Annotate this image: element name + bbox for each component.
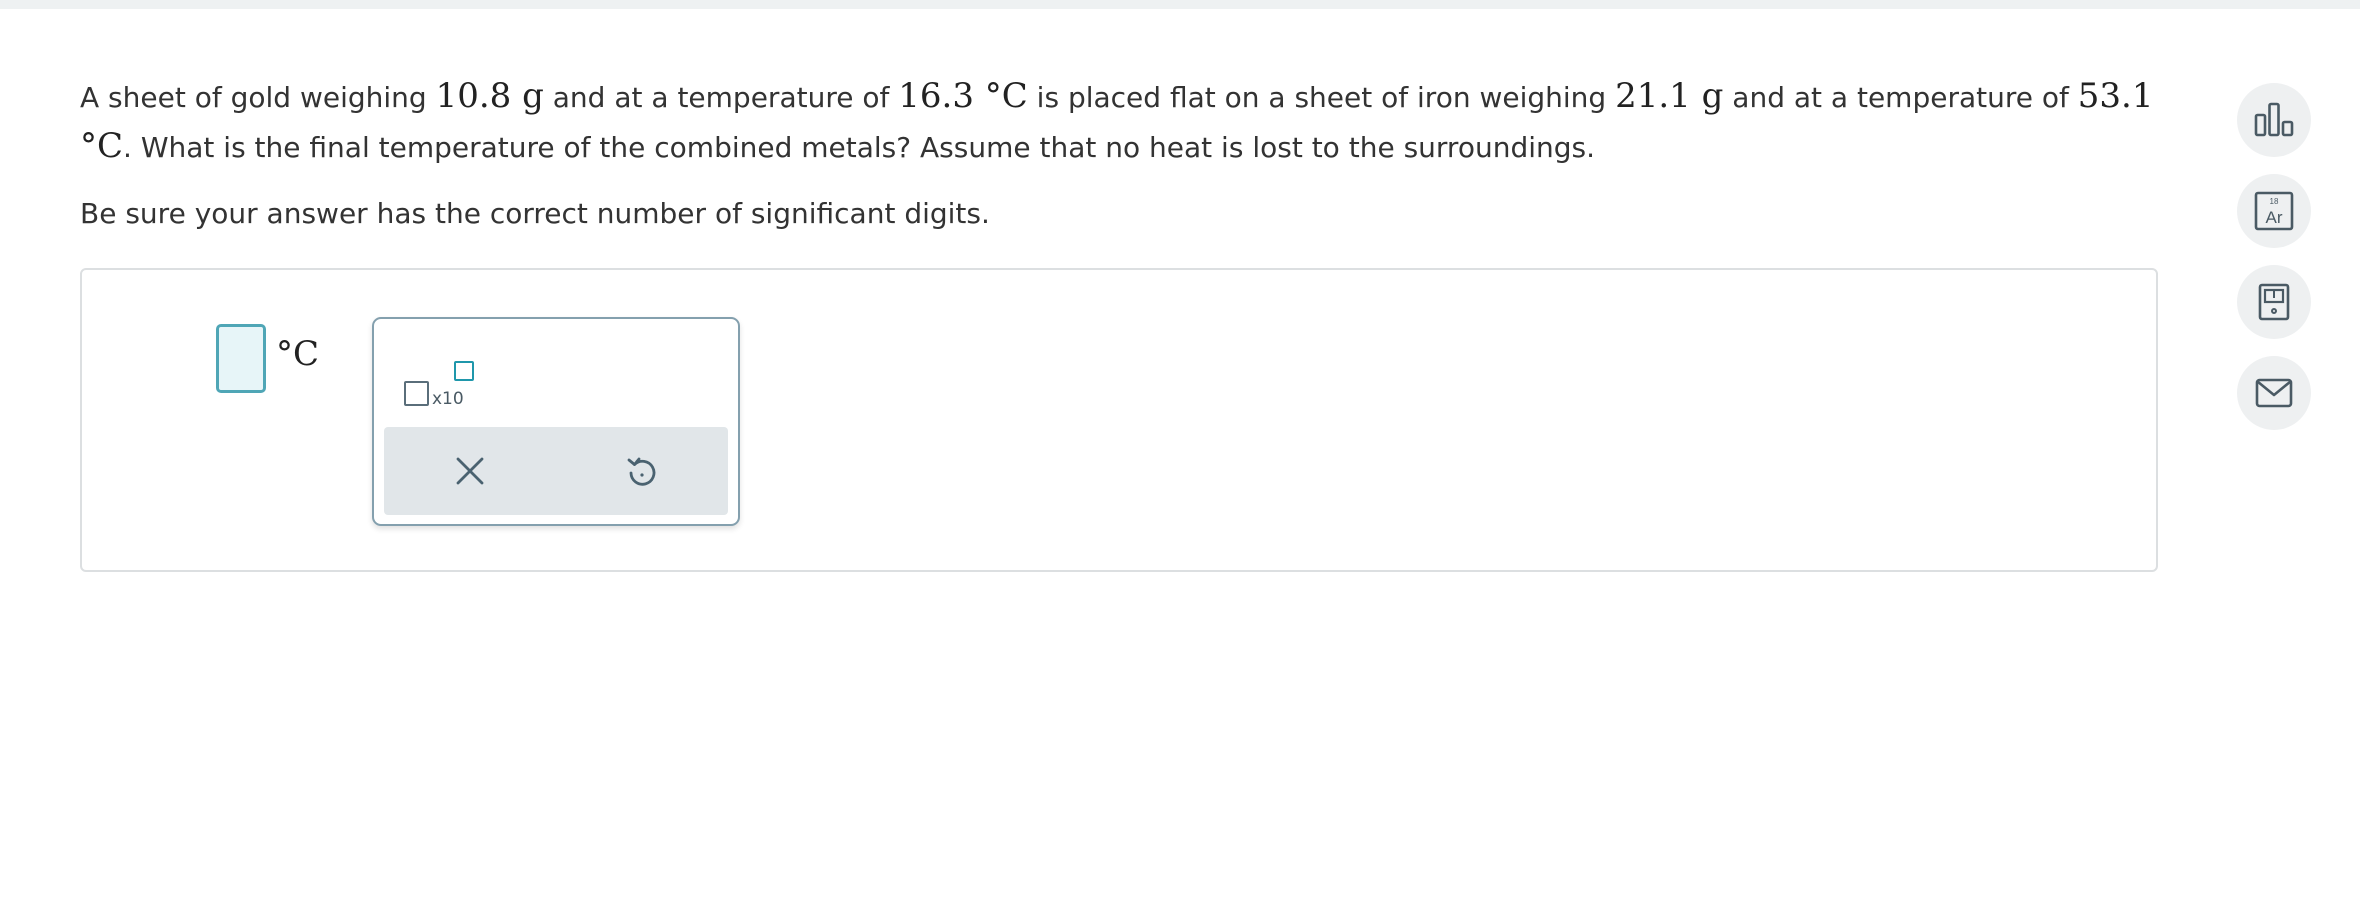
data-button[interactable]: [2237, 83, 2311, 157]
iron-mass: 21.1 g: [1615, 76, 1724, 116]
question-text-part: and at a temperature of: [543, 81, 899, 114]
exponent-box-icon: [454, 361, 474, 381]
undo-button[interactable]: [612, 441, 672, 501]
base-box-icon: [404, 381, 429, 406]
gold-temperature: 16.3 °C: [898, 76, 1028, 116]
question-text: A sheet of gold weighing 10.8 g and at a…: [80, 72, 2160, 172]
top-strip: [0, 0, 2360, 9]
close-icon: [456, 457, 484, 485]
element-symbol-label: Ar: [2266, 208, 2283, 227]
action-bar: [384, 427, 728, 515]
question-text-part: and at a temperature of: [1723, 81, 2078, 114]
unit-label: °C: [276, 334, 320, 374]
periodic-table-icon: 18 Ar: [2254, 191, 2294, 231]
scientific-notation-button[interactable]: x10: [404, 349, 494, 409]
input-toolbar: x10: [372, 317, 740, 526]
answer-input[interactable]: [216, 324, 266, 393]
calculator-button[interactable]: [2237, 265, 2311, 339]
calculator-icon: [2258, 283, 2290, 321]
mail-icon: [2255, 378, 2293, 408]
times-ten-label: x10: [432, 389, 464, 409]
question-text-part: A sheet of gold weighing: [80, 81, 436, 114]
atomic-number-label: 18: [2270, 197, 2279, 206]
instruction-text: Be sure your answer has the correct numb…: [80, 197, 990, 230]
gold-mass: 10.8 g: [435, 76, 544, 116]
clear-button[interactable]: [440, 441, 500, 501]
question-text-part: . What is the final temperature of the c…: [123, 131, 1595, 164]
periodic-table-button[interactable]: 18 Ar: [2237, 174, 2311, 248]
undo-icon: [627, 457, 656, 486]
question-text-part: is placed flat on a sheet of iron weighi…: [1027, 81, 1616, 114]
bar-chart-icon: [2254, 102, 2294, 137]
message-button[interactable]: [2237, 356, 2311, 430]
